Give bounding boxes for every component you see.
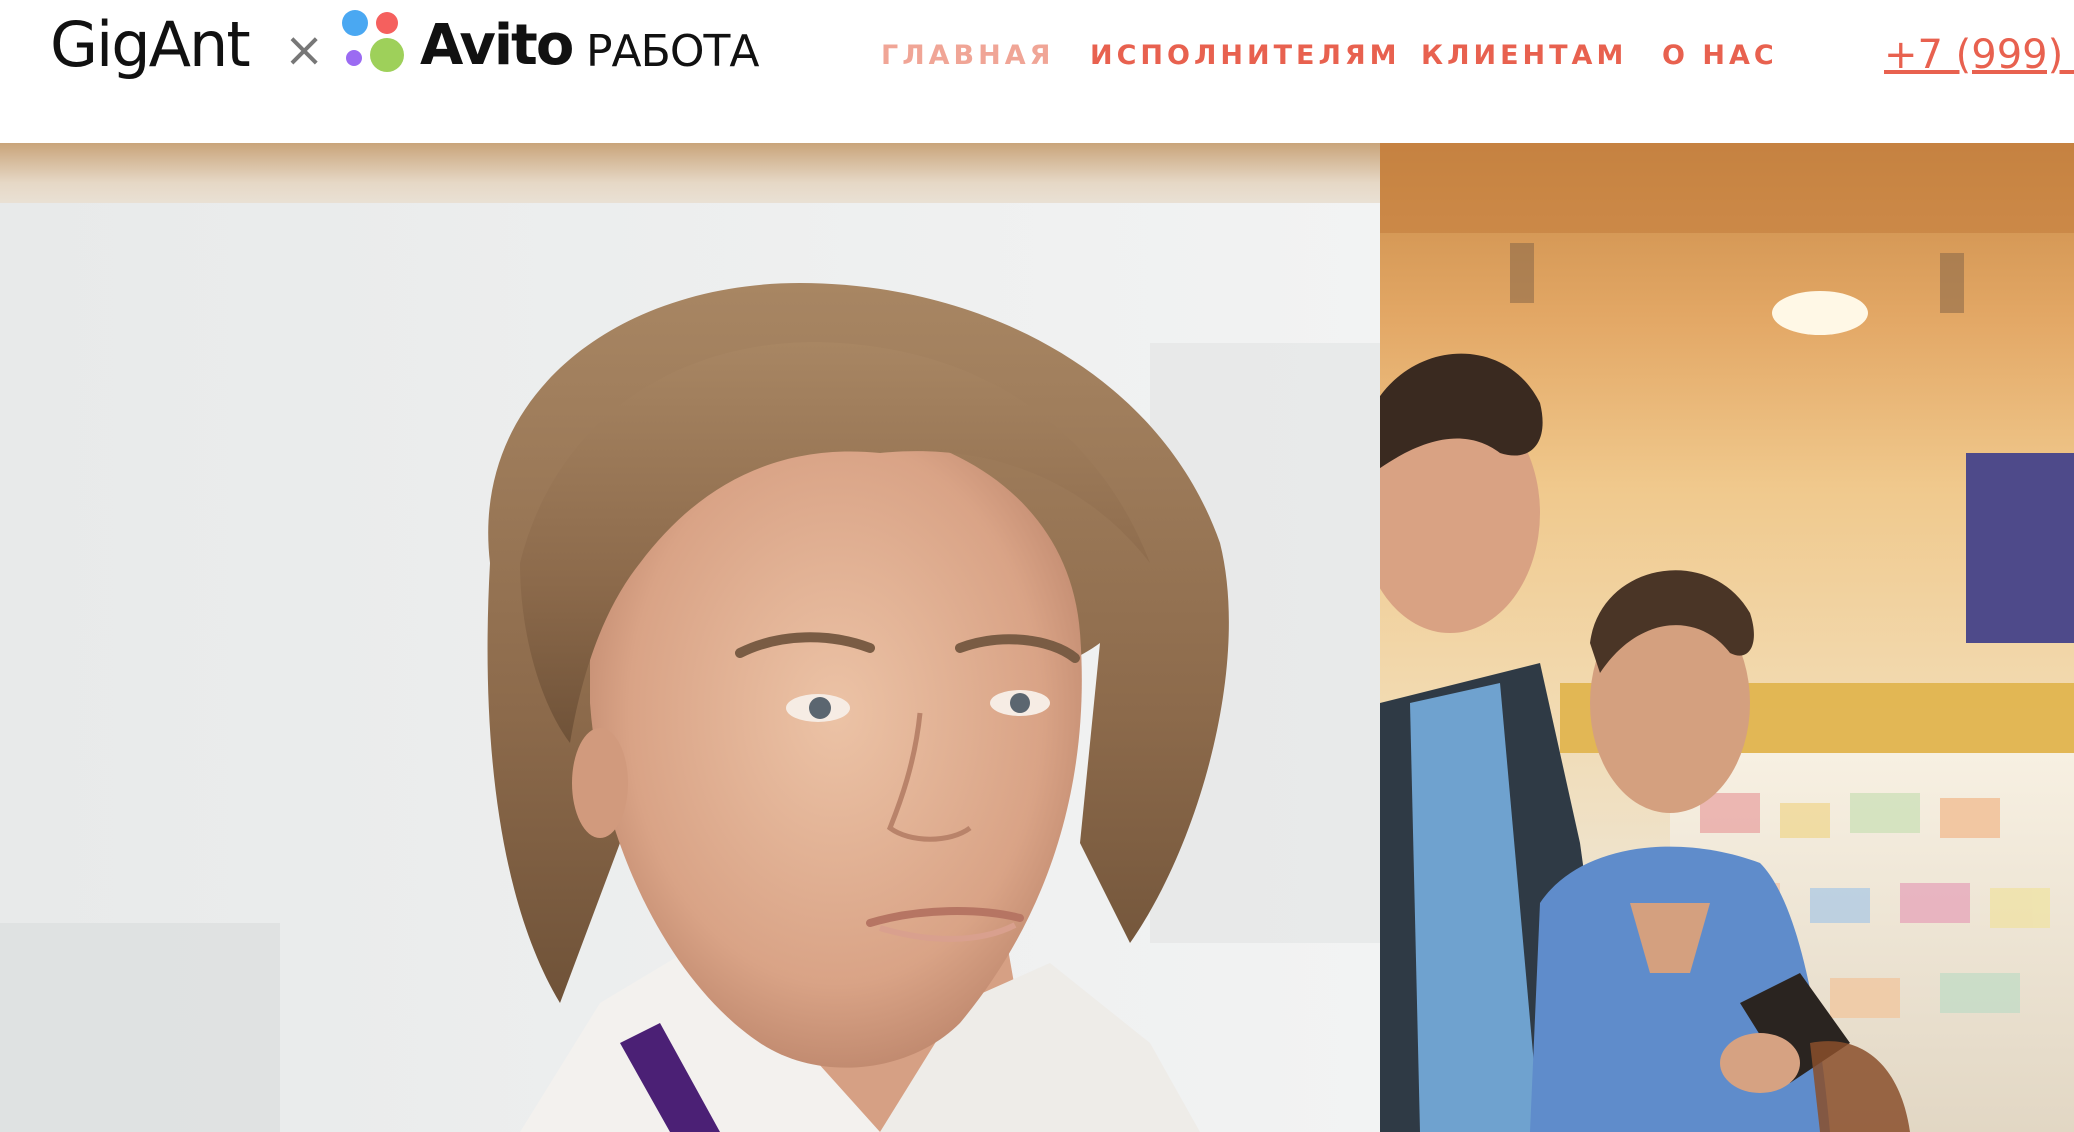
avito-logo-icon bbox=[342, 10, 410, 78]
hero-photo-man-portrait bbox=[0, 143, 1380, 1132]
avito-logo-text: Avito bbox=[420, 13, 574, 78]
avito-dot-green bbox=[370, 38, 404, 72]
hero-gallery bbox=[0, 143, 2074, 1132]
nav-item-about[interactable]: О НАС bbox=[1662, 38, 1778, 74]
rabota-logo-text: РАБОТА bbox=[586, 26, 759, 77]
page: GigAnt × Avito РАБОТА ГЛАВНАЯ ИСПОЛНИТЕЛ… bbox=[0, 0, 2074, 1132]
avito-dot-purple bbox=[346, 50, 362, 66]
portrait-illustration bbox=[0, 203, 1380, 1132]
phone-link[interactable]: +7 (999) 3 bbox=[1884, 28, 2074, 82]
gigant-logo-text: GigAnt bbox=[50, 8, 251, 81]
store-illustration bbox=[1380, 143, 2074, 1132]
nav-item-home[interactable]: ГЛАВНАЯ bbox=[881, 38, 1054, 74]
site-header: GigAnt × Avito РАБОТА ГЛАВНАЯ ИСПОЛНИТЕЛ… bbox=[0, 0, 2074, 143]
logo-separator: × bbox=[284, 22, 325, 78]
avito-dot-blue bbox=[342, 10, 368, 36]
hero-photo-store-customers bbox=[1380, 143, 2074, 1132]
nav-item-performers[interactable]: ИСПОЛНИТЕЛЯМ bbox=[1090, 38, 1401, 74]
avito-dot-red bbox=[376, 12, 398, 34]
nav-item-clients[interactable]: КЛИЕНТАМ bbox=[1421, 38, 1627, 74]
